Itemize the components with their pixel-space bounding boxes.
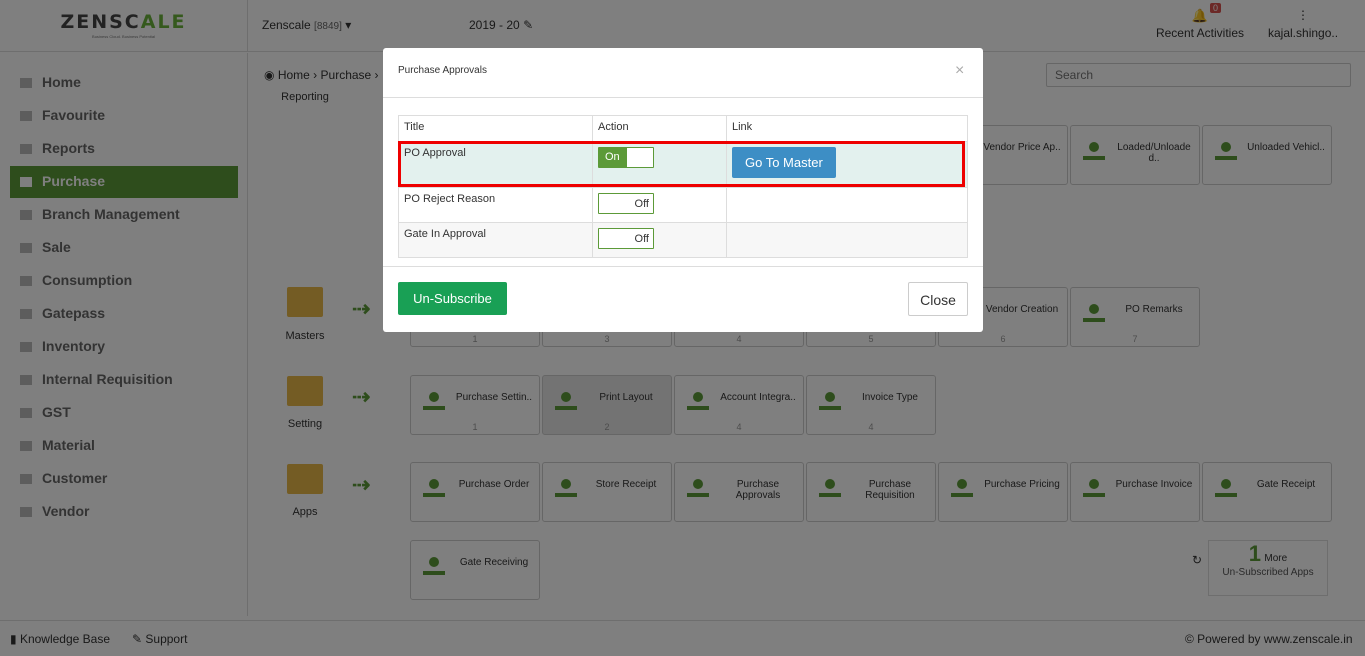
row-link: Go To Master bbox=[726, 141, 968, 188]
row-title: PO Reject Reason bbox=[398, 187, 593, 223]
row-link bbox=[726, 222, 968, 258]
row-link bbox=[726, 187, 968, 223]
divider bbox=[383, 266, 983, 267]
go-to-master-button[interactable]: Go To Master bbox=[732, 147, 836, 178]
approvals-table: Title Action Link PO Approval On Go To M… bbox=[398, 115, 968, 258]
row-action: On bbox=[592, 141, 727, 188]
close-button[interactable]: Close bbox=[908, 282, 968, 316]
toggle-on-label: On bbox=[599, 148, 627, 167]
unsubscribe-button[interactable]: Un-Subscribe bbox=[398, 282, 507, 315]
table-row: PO Approval On Go To Master bbox=[398, 141, 968, 188]
table-row: Gate In Approval Off bbox=[398, 222, 968, 258]
toggle-off-label: Off bbox=[634, 233, 649, 245]
purchase-approvals-modal: Purchase Approvals × Title Action Link P… bbox=[383, 48, 983, 332]
toggle-off-label: Off bbox=[634, 198, 649, 210]
po-reject-reason-toggle[interactable]: Off bbox=[598, 193, 654, 214]
po-approval-toggle[interactable]: On bbox=[598, 147, 654, 168]
column-header-action: Action bbox=[592, 115, 727, 142]
gate-in-approval-toggle[interactable]: Off bbox=[598, 228, 654, 249]
column-header-title: Title bbox=[398, 115, 593, 142]
row-action: Off bbox=[592, 187, 727, 223]
column-header-link: Link bbox=[726, 115, 968, 142]
table-header-row: Title Action Link bbox=[398, 115, 968, 142]
table-row: PO Reject Reason Off bbox=[398, 187, 968, 223]
row-title: PO Approval bbox=[398, 141, 593, 188]
row-action: Off bbox=[592, 222, 727, 258]
modal-title: Purchase Approvals bbox=[398, 65, 487, 76]
row-title: Gate In Approval bbox=[398, 222, 593, 258]
close-icon[interactable]: × bbox=[955, 62, 964, 80]
divider bbox=[383, 97, 983, 98]
